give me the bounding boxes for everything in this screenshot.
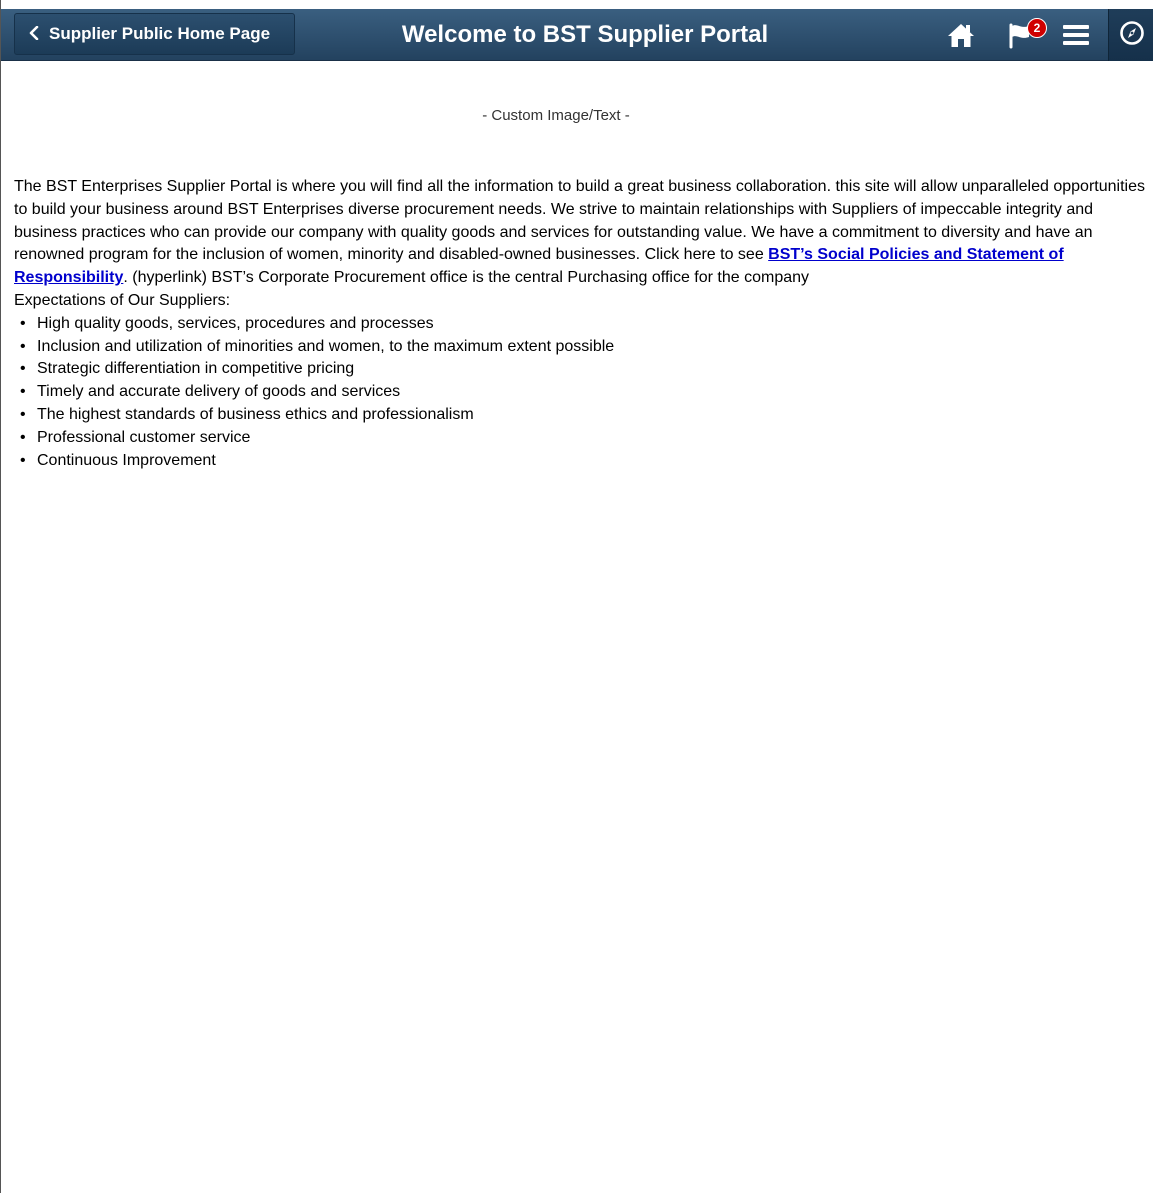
supplier-public-home-page-button[interactable]: Supplier Public Home Page — [14, 13, 295, 55]
home-icon[interactable] — [945, 21, 977, 49]
flag-icon: 2 — [1005, 18, 1047, 49]
expectations-heading: Expectations of Our Suppliers: — [14, 291, 231, 309]
expectations-list: • High quality goods, services, procedure… — [14, 313, 1153, 473]
hamburger-menu-icon[interactable] — [1061, 21, 1091, 49]
notification-count-badge: 2 — [1027, 18, 1047, 38]
intro-text-after-link: . (hyperlink) BST’s Corporate Procuremen… — [123, 269, 810, 287]
back-button-label: Supplier Public Home Page — [49, 24, 271, 43]
page-title: Welcome to BST Supplier Portal — [401, 21, 769, 48]
bullet: • — [20, 383, 26, 401]
list-item: • Timely and accurate delivery of goods a… — [14, 381, 1153, 404]
page: Supplier Public Home Page Welcome to BST… — [0, 0, 1153, 1193]
compass-icon — [1119, 20, 1145, 51]
bullet: • — [20, 337, 26, 355]
bullet: • — [20, 405, 26, 423]
intro-paragraph: The BST Enterprises Supplier Portal is w… — [14, 176, 1153, 290]
list-item: • High quality goods, services, procedure… — [14, 313, 1153, 336]
custom-image-text: - Custom Image/Text - — [482, 107, 630, 124]
bullet: • — [20, 360, 26, 378]
list-item: • Continuous Improvement — [14, 450, 1153, 473]
header-banner: Supplier Public Home Page Welcome to BST… — [1, 9, 1153, 61]
bullet: • — [20, 451, 26, 469]
list-item: • The highest standards of business ethic… — [14, 404, 1153, 427]
list-item: • Strategic differentiation in competitiv… — [14, 358, 1153, 381]
list-item: • Professional customer service — [14, 427, 1153, 450]
chevron-left-icon — [29, 25, 39, 43]
notifications-button[interactable]: 2 — [1001, 18, 1049, 49]
bullet: • — [20, 428, 26, 446]
list-item: • Inclusion and utilization of minorities… — [14, 336, 1153, 359]
portal-description: The BST Enterprises Supplier Portal is w… — [14, 176, 1153, 472]
navbar-button[interactable] — [1108, 9, 1153, 61]
bullet: • — [20, 314, 26, 332]
